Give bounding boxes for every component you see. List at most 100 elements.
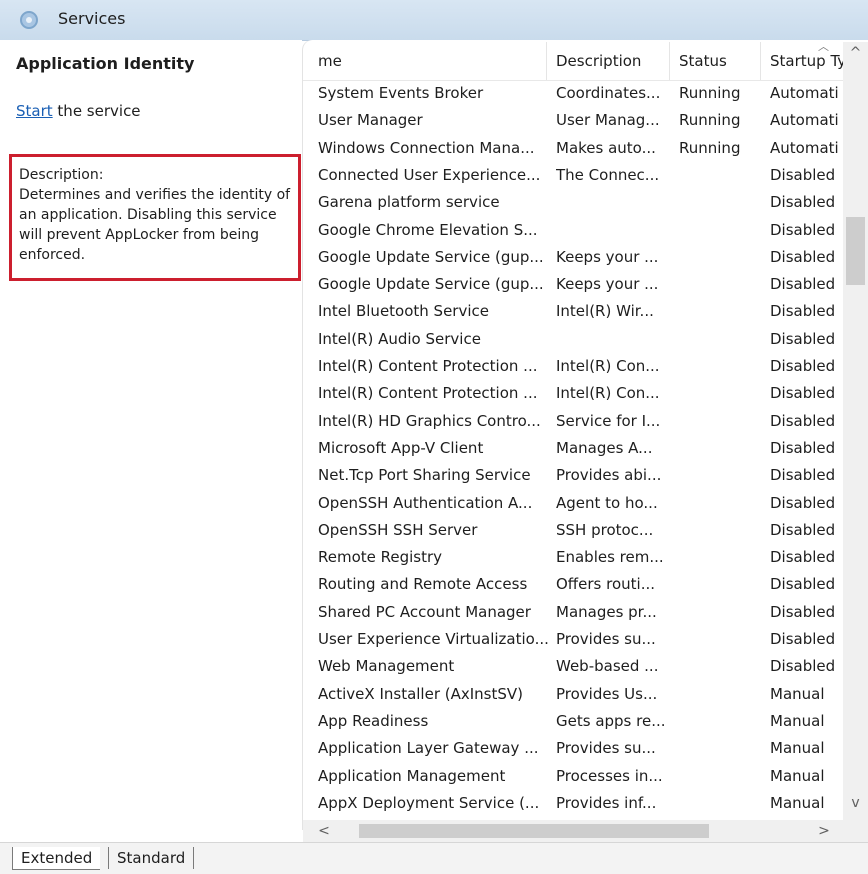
service-row[interactable]: Intel Bluetooth Service Intel(R) Wir... Di… <box>303 298 843 325</box>
service-name-cell: Windows Connection Mana... <box>318 138 535 157</box>
service-description-cell: Provides Us... <box>556 684 658 703</box>
service-startup-type-cell: Disabled <box>770 247 836 266</box>
service-row[interactable]: AppX Deployment Service (... Provides inf… <box>303 790 843 817</box>
service-name-cell: Intel(R) Content Protection ... <box>318 357 538 375</box>
horizontal-scroll-thumb[interactable] <box>359 824 709 838</box>
service-row[interactable]: Routing and Remote Access Offers routi...… <box>303 571 843 598</box>
service-row[interactable]: Application Layer Gateway ... Provides su… <box>303 735 843 762</box>
service-row[interactable]: Microsoft App-V Client Manages A... Disabl… <box>303 435 843 462</box>
service-description-cell: Coordinates... <box>556 84 661 102</box>
service-startup-type-cell: Disabled <box>770 329 836 348</box>
description-label: Description: <box>19 167 104 183</box>
service-description-cell: The Connec... <box>556 165 660 184</box>
service-status-cell <box>679 217 765 244</box>
service-row[interactable]: Intel(R) Content Protection ... Intel(R) … <box>303 380 843 407</box>
column-header-startup-type[interactable]: Startup Ty <box>770 42 843 80</box>
service-description-cell: Keeps your ... <box>556 247 659 266</box>
service-name-cell: Application Management <box>318 766 506 785</box>
service-status-cell <box>679 298 765 325</box>
service-startup-type-cell: Disabled <box>770 384 836 403</box>
service-startup-type-cell: Manual <box>770 684 825 703</box>
service-description-cell: Offers routi... <box>556 575 655 594</box>
service-status-cell <box>679 408 765 435</box>
service-description-cell: Manages pr... <box>556 602 657 621</box>
service-row[interactable]: Intel(R) HD Graphics Contro... Service fo… <box>303 408 843 435</box>
description-text: Determines and verifies the identity of … <box>19 187 291 263</box>
service-name-cell: OpenSSH SSH Server <box>318 520 478 539</box>
scroll-up-icon[interactable]: ^ <box>843 42 868 64</box>
service-row[interactable]: Connected User Experience... The Connec..… <box>303 162 843 189</box>
service-name-cell: Google Update Service (gup... <box>318 275 544 294</box>
service-status-cell <box>679 490 765 517</box>
service-name-cell: Routing and Remote Access <box>318 575 528 594</box>
service-name-cell: Intel(R) Audio Service <box>318 329 481 348</box>
vertical-scrollbar[interactable]: ^ v <box>843 42 868 820</box>
service-status-cell <box>679 462 765 489</box>
service-name-cell: Application Layer Gateway ... <box>318 739 539 758</box>
service-status-cell <box>679 380 765 407</box>
column-header-name[interactable]: me <box>318 42 546 80</box>
service-startup-type-cell: Automati <box>770 111 839 130</box>
service-status-cell <box>679 763 765 790</box>
scroll-right-icon[interactable]: > <box>813 820 835 842</box>
service-startup-type-cell: Manual <box>770 793 825 812</box>
service-status-cell <box>679 790 765 817</box>
service-row[interactable]: OpenSSH Authentication A... Agent to ho..… <box>303 490 843 517</box>
service-row[interactable]: Google Chrome Elevation S... Disabled <box>303 217 843 244</box>
vertical-scroll-thumb[interactable] <box>846 217 865 285</box>
service-row[interactable]: User Experience Virtualizatio... Provides… <box>303 626 843 653</box>
service-row[interactable]: Intel(R) Content Protection ... Intel(R) … <box>303 353 843 380</box>
column-separator[interactable] <box>760 42 761 80</box>
service-name-cell: System Events Broker <box>318 84 484 102</box>
service-name-cell: Shared PC Account Manager <box>318 602 531 621</box>
service-row[interactable]: Intel(R) Audio Service Disabled <box>303 326 843 353</box>
service-status-cell <box>679 162 765 189</box>
service-description-cell: Web-based ... <box>556 657 659 676</box>
service-startup-type-cell: Disabled <box>770 438 836 457</box>
service-name-cell: Web Management <box>318 657 455 676</box>
service-description-cell <box>556 189 674 216</box>
service-description-cell: Intel(R) Wir... <box>556 302 654 321</box>
tab-extended[interactable]: Extended <box>12 847 101 870</box>
service-startup-type-cell: Disabled <box>770 493 836 512</box>
service-name-cell: User Experience Virtualizatio... <box>318 630 549 648</box>
sort-ascending-icon: ︿ <box>818 40 829 53</box>
service-description-cell: Provides abi... <box>556 466 662 485</box>
service-row[interactable]: Shared PC Account Manager Manages pr... Di… <box>303 599 843 626</box>
service-row[interactable]: Application Management Processes in... Man… <box>303 763 843 790</box>
service-description-cell: Keeps your ... <box>556 275 659 294</box>
service-row[interactable]: Google Update Service (gup... Keeps your … <box>303 271 843 298</box>
service-row[interactable]: Net.Tcp Port Sharing Service Provides abi… <box>303 462 843 489</box>
column-separator[interactable] <box>546 42 547 80</box>
scroll-left-icon[interactable]: < <box>313 820 335 842</box>
column-header-description[interactable]: Description <box>556 42 668 80</box>
service-row[interactable]: App Readiness Gets apps re... Manual <box>303 708 843 735</box>
service-row[interactable]: Garena platform service Disabled <box>303 189 843 216</box>
service-row[interactable]: ActiveX Installer (AxInstSV) Provides Us.… <box>303 681 843 708</box>
column-separator[interactable] <box>669 42 670 80</box>
service-status-cell <box>679 326 765 353</box>
service-startup-type-cell: Disabled <box>770 548 836 567</box>
service-row[interactable]: User Manager User Manag... Running Automati <box>303 107 843 134</box>
service-status-cell <box>679 271 765 298</box>
service-row[interactable]: Web Management Web-based ... Disabled <box>303 653 843 680</box>
service-startup-type-cell: Manual <box>770 766 825 785</box>
service-row[interactable]: System Events Broker Coordinates... Runnin… <box>303 80 843 107</box>
service-row[interactable]: Remote Registry Enables rem... Disabled <box>303 544 843 571</box>
service-description-cell: Makes auto... <box>556 138 656 157</box>
service-description-cell: Agent to ho... <box>556 493 658 512</box>
service-row[interactable]: OpenSSH SSH Server SSH protoc... Disabled <box>303 517 843 544</box>
horizontal-scrollbar[interactable]: < > <box>303 820 843 842</box>
service-row[interactable]: Google Update Service (gup... Keeps your … <box>303 244 843 271</box>
service-row[interactable]: Windows Connection Mana... Makes auto... R… <box>303 135 843 162</box>
service-description-cell: Provides su... <box>556 739 656 758</box>
service-name-cell: Google Chrome Elevation S... <box>318 220 538 239</box>
start-service-link[interactable]: Start <box>16 102 53 120</box>
service-startup-type-cell: Disabled <box>770 357 836 375</box>
tab-standard[interactable]: Standard <box>108 847 195 869</box>
service-description-cell: SSH protoc... <box>556 520 654 539</box>
column-header-status[interactable]: Status <box>679 42 759 80</box>
scroll-down-icon[interactable]: v <box>843 792 868 814</box>
services-gear-icon <box>20 11 38 29</box>
service-description-cell: Gets apps re... <box>556 711 666 730</box>
